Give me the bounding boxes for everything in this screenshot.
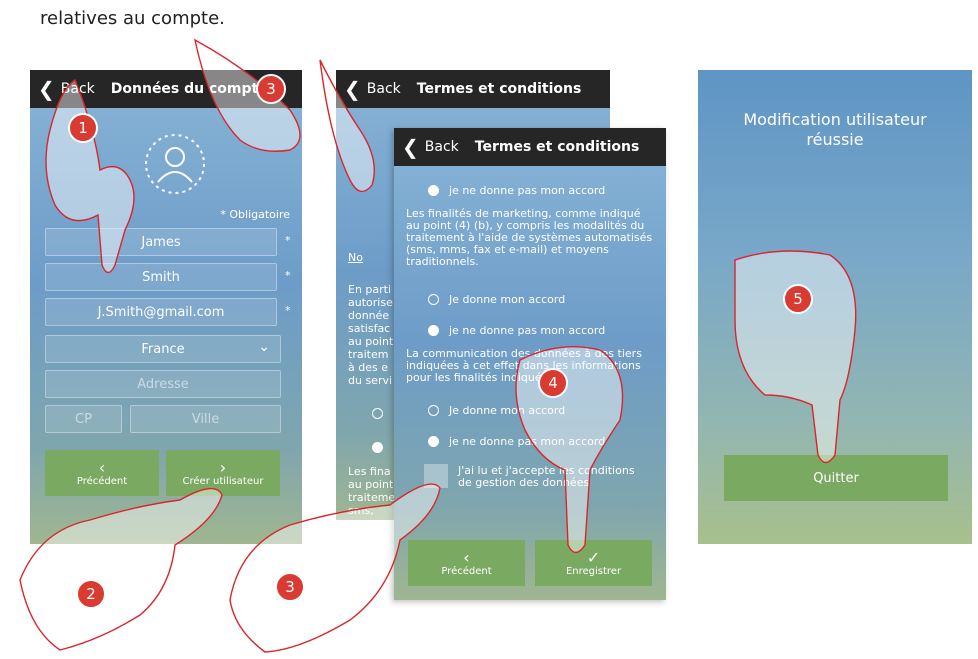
required-star: *: [285, 304, 291, 317]
radio-no-consent[interactable]: je ne donne pas mon accord: [428, 184, 605, 197]
header-bar: ❮ Back Termes et conditions: [336, 70, 610, 108]
back-button[interactable]: Back: [61, 81, 95, 97]
account-data-screen: ❮ Back Données du compte * Obligatoire J…: [30, 70, 302, 544]
radio-selected-icon: [428, 436, 439, 447]
required-note: * Obligatoire: [220, 208, 290, 221]
radio-selected-icon: [428, 185, 439, 196]
radio-label: Je donne mon accord: [449, 293, 566, 306]
previous-label: Précédent: [76, 475, 128, 487]
text-fragment: satisfac: [348, 322, 391, 335]
create-user-label: Créer utilisateur: [182, 475, 264, 487]
accept-checkbox[interactable]: [424, 464, 448, 488]
header-bar: ❮ Back Termes et conditions: [394, 128, 666, 166]
radio-button[interactable]: [372, 442, 383, 453]
step-badge: 1: [68, 113, 98, 143]
last-name-field[interactable]: Smith: [45, 263, 277, 291]
check-icon: ✓: [586, 547, 601, 567]
chevron-left-icon: ‹: [463, 547, 470, 567]
save-label: Enregistrer: [565, 565, 622, 577]
marketing-paragraph: Les finalités de marketing, comme indiqu…: [406, 207, 653, 268]
previous-button[interactable]: ‹ Précédent: [45, 450, 159, 496]
chevron-left-icon[interactable]: ❮: [344, 77, 361, 101]
radio-label: je ne donne pas mon accord: [449, 184, 606, 197]
screen-title: Termes et conditions: [474, 139, 640, 155]
text-fragment: au point: [348, 335, 394, 348]
text-fragment: En parti: [348, 283, 392, 296]
country-value: France: [141, 341, 185, 357]
terms-screen-front: ❮ Back Termes et conditions je ne donne …: [394, 128, 666, 600]
radio-no-consent[interactable]: je ne donne pas mon accord: [428, 324, 605, 337]
chevron-left-icon[interactable]: ❮: [402, 135, 419, 159]
third-party-paragraph: La communication des données à des tiers…: [406, 347, 642, 384]
back-button[interactable]: Back: [425, 139, 459, 155]
step-badge: 3: [275, 572, 305, 602]
text-fragment: donnée: [348, 309, 390, 322]
previous-label: Précédent: [441, 565, 492, 577]
quit-button[interactable]: Quitter: [724, 455, 948, 501]
required-star: *: [285, 269, 291, 282]
text-fragment: à des e: [348, 361, 388, 374]
save-button[interactable]: ✓ Enregistrer: [535, 540, 652, 586]
step-badge: 4: [538, 368, 568, 398]
step-badge: 5: [783, 284, 813, 314]
success-screen: Modification utilisateur réussie Quitter: [698, 70, 972, 544]
text-fragment: traiteme: [348, 491, 396, 504]
radio-consent[interactable]: Je donne mon accord: [428, 404, 565, 417]
text-fragment: Les fina: [348, 465, 391, 478]
city-field[interactable]: Ville: [130, 405, 281, 433]
user-avatar-icon[interactable]: [143, 132, 207, 196]
radio-unselected-icon: [428, 294, 439, 305]
country-select[interactable]: France ⌄: [45, 335, 281, 363]
text-fragment: autorise: [348, 296, 393, 309]
required-star: *: [285, 234, 291, 247]
accept-checkbox-label: J'ai lu et j'accepte les conditions de g…: [458, 464, 635, 489]
text-fragment: No: [348, 251, 363, 264]
step-badge: 2: [76, 579, 106, 609]
chevron-left-icon: ‹: [98, 457, 106, 477]
screen-title: Données du compte: [110, 81, 268, 97]
intro-text: relatives au compte.: [40, 8, 225, 29]
create-user-button[interactable]: › Créer utilisateur: [166, 450, 280, 496]
chevron-down-icon: ⌄: [258, 339, 270, 355]
radio-consent[interactable]: Je donne mon accord: [428, 293, 565, 306]
chevron-left-icon[interactable]: ❮: [38, 77, 55, 101]
radio-no-consent[interactable]: je ne donne pas mon accord: [428, 435, 605, 448]
address-field[interactable]: Adresse: [45, 370, 281, 398]
text-fragment: traitem: [348, 348, 389, 361]
email-field[interactable]: J.Smith@gmail.com: [45, 298, 277, 326]
radio-selected-icon: [428, 325, 439, 336]
first-name-field[interactable]: James: [45, 228, 277, 256]
back-button[interactable]: Back: [367, 81, 401, 97]
radio-unselected-icon: [428, 405, 439, 416]
screen-title: Termes et conditions: [416, 81, 582, 97]
radio-label: je ne donne pas mon accord: [449, 435, 606, 448]
radio-label: Je donne mon accord: [449, 404, 566, 417]
step-badge: 3: [256, 74, 286, 104]
zip-field[interactable]: CP: [45, 405, 122, 433]
chevron-right-icon: ›: [219, 457, 227, 477]
text-fragment: du servi: [348, 374, 393, 387]
success-message: Modification utilisateur réussie: [743, 110, 927, 149]
text-fragment: sms,: [348, 504, 374, 517]
text-fragment: au point: [348, 478, 394, 491]
radio-button[interactable]: [372, 408, 383, 419]
previous-button[interactable]: ‹ Précédent: [408, 540, 525, 586]
radio-label: je ne donne pas mon accord: [449, 324, 606, 337]
quit-label: Quitter: [813, 470, 859, 486]
